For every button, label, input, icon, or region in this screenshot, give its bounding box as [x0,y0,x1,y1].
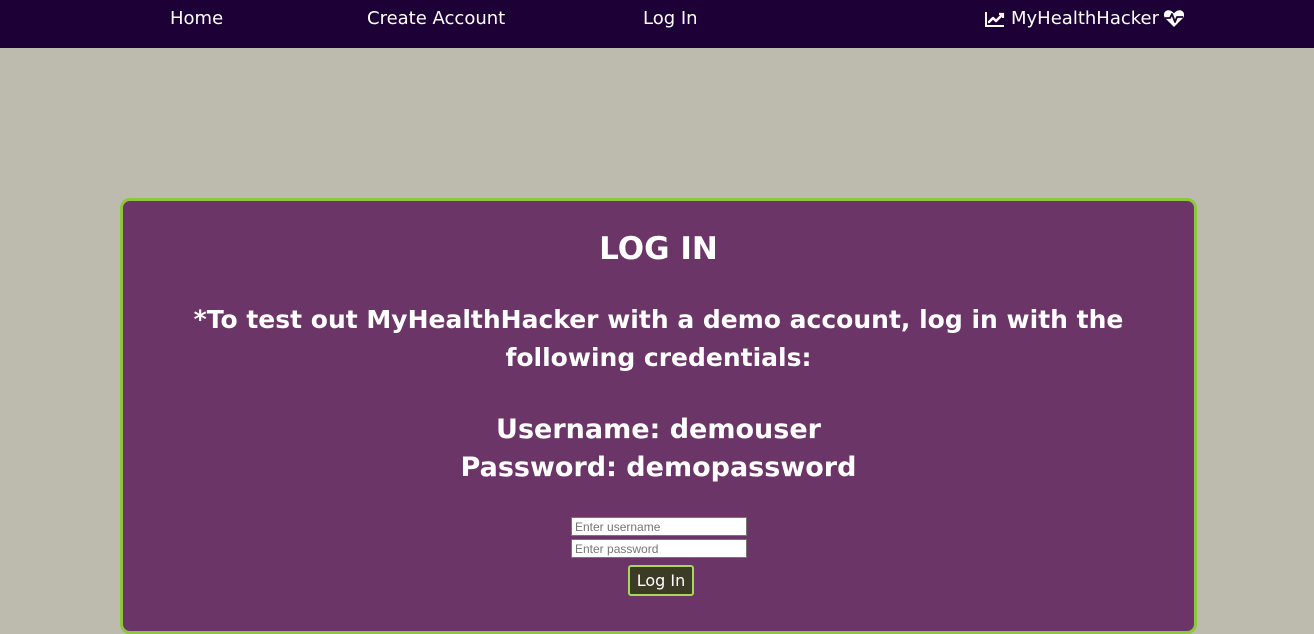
login-card: LOG IN *To test out MyHealthHacker with … [120,198,1197,634]
top-navbar: Home Create Account Log In MyHealthHacke… [0,0,1314,48]
page-title: LOG IN [599,231,718,267]
nav-home-link[interactable]: Home [170,8,223,29]
demo-username-text: Username: demouser [496,414,821,445]
log-in-button[interactable]: Log In [628,565,694,596]
brand-name: MyHealthHacker [1011,8,1160,29]
demo-password-text: Password: demopassword [460,452,857,483]
nav-log-in-link[interactable]: Log In [643,8,698,29]
line-chart-icon [985,11,1005,27]
heartbeat-icon [1163,9,1185,28]
demo-account-note: *To test out MyHealthHacker with a demo … [193,305,1124,372]
brand-link[interactable]: MyHealthHacker [985,8,1185,29]
nav-create-account-link[interactable]: Create Account [367,8,505,29]
password-input[interactable] [571,539,747,558]
username-input[interactable] [571,517,747,536]
